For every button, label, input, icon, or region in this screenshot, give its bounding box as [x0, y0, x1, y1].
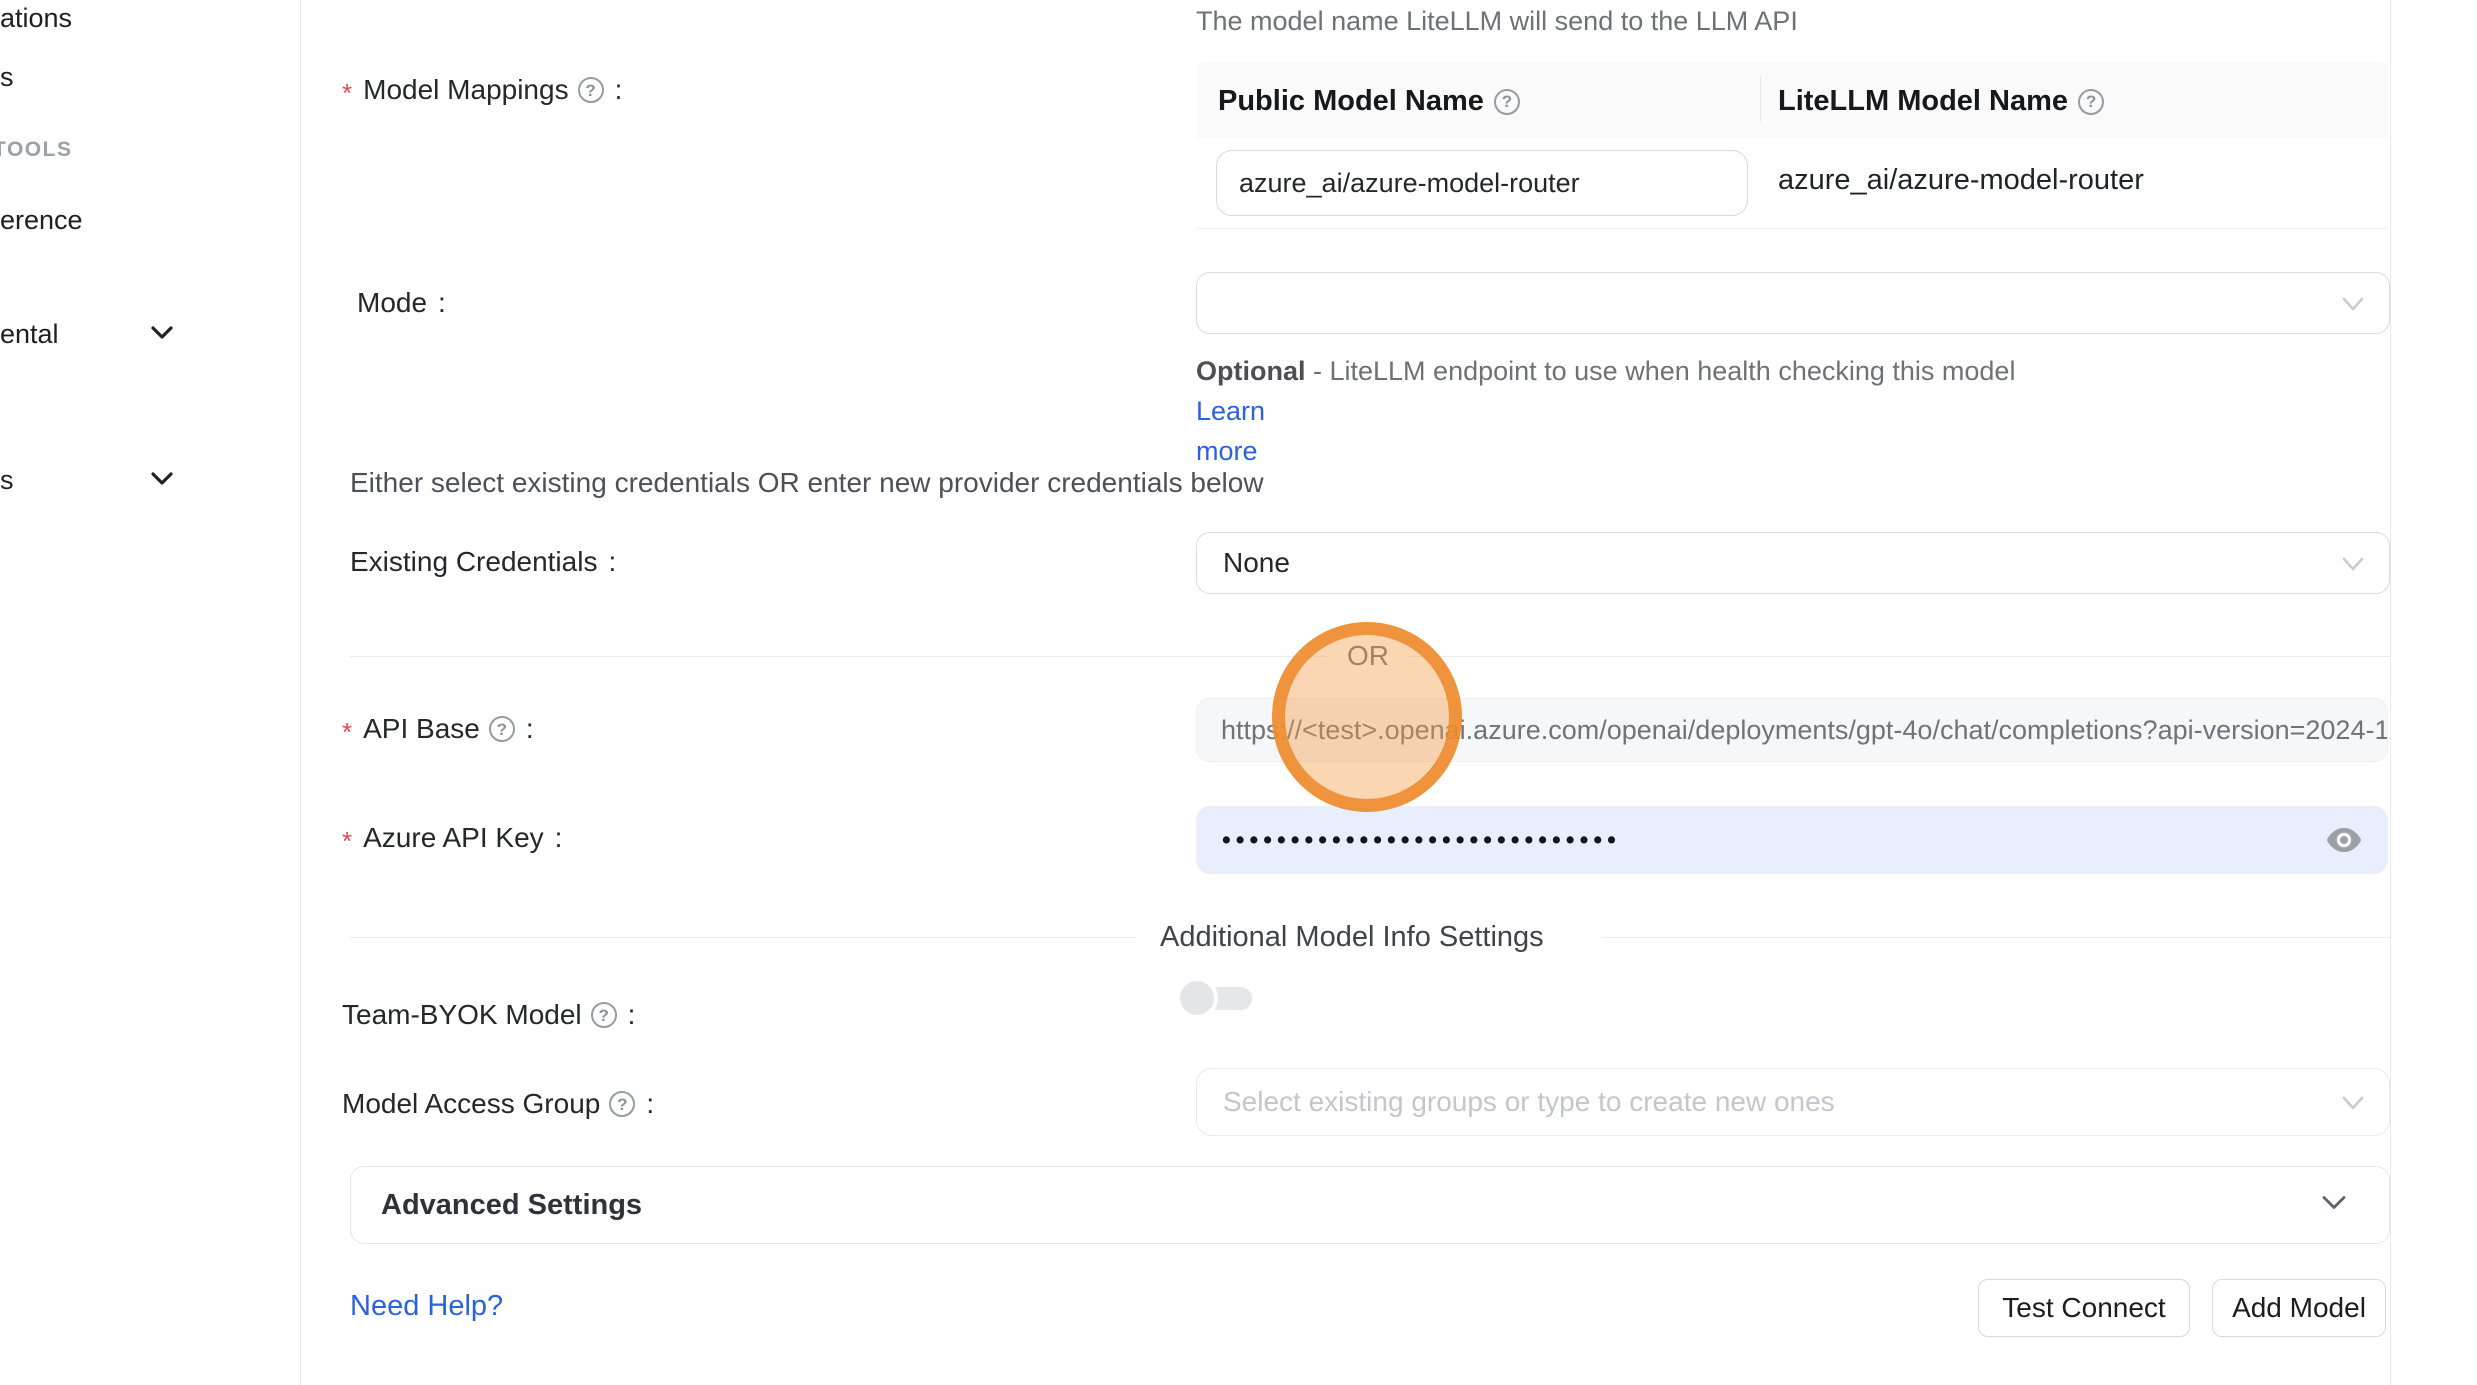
- required-marker: *: [342, 717, 352, 748]
- existing-credentials-label: Existing Credentials :: [350, 546, 616, 578]
- label-colon: :: [615, 74, 623, 106]
- model-access-group-label: Model Access Group ? :: [342, 1088, 654, 1120]
- required-marker: *: [342, 826, 352, 857]
- additional-divider-text: Additional Model Info Settings: [1160, 921, 1544, 954]
- column-header-text: LiteLLM Model Name: [1778, 85, 2068, 118]
- help-circle-icon[interactable]: ?: [591, 1002, 617, 1028]
- mode-help-rest: - LiteLLM endpoint to use when health ch…: [1306, 356, 2016, 386]
- sidebar-item-truncated-2[interactable]: s: [0, 62, 14, 93]
- eye-icon[interactable]: [2326, 827, 2362, 858]
- existing-credentials-select[interactable]: None: [1196, 532, 2390, 594]
- model-access-group-placeholder: Select existing groups or type to create…: [1223, 1086, 1835, 1118]
- api-base-label-text: API Base: [363, 713, 480, 745]
- table-row-divider: [1196, 228, 2388, 229]
- mode-help-bold: Optional: [1196, 356, 1306, 386]
- add-model-button[interactable]: Add Model: [2212, 1279, 2386, 1337]
- additional-divider-line-right: [1602, 937, 2390, 938]
- or-divider-text: OR: [1347, 640, 1389, 672]
- team-byok-toggle-knob[interactable]: [1180, 981, 1214, 1015]
- team-byok-label: Team-BYOK Model ? :: [342, 999, 635, 1031]
- existing-credentials-label-text: Existing Credentials: [350, 546, 597, 578]
- advanced-settings-panel[interactable]: Advanced Settings: [350, 1166, 2390, 1244]
- or-divider-line-left: [350, 656, 1330, 657]
- credentials-note: Either select existing credentials OR en…: [350, 467, 1264, 499]
- model-access-group-label-text: Model Access Group: [342, 1088, 600, 1120]
- additional-divider-line-left: [350, 937, 1136, 938]
- help-circle-icon[interactable]: ?: [2078, 89, 2104, 115]
- azure-api-key-label: * Azure API Key :: [342, 822, 562, 854]
- existing-credentials-value: None: [1223, 547, 1290, 579]
- label-colon: :: [526, 713, 534, 745]
- api-base-label: * API Base ? :: [342, 713, 534, 745]
- api-base-input[interactable]: https://<test>.openai.azure.com/openai/d…: [1196, 698, 2388, 762]
- model-access-group-select[interactable]: Select existing groups or type to create…: [1196, 1068, 2390, 1136]
- sidebar-item-truncated-3[interactable]: erence: [0, 205, 83, 236]
- litellm-model-name-value: azure_ai/azure-model-router: [1778, 164, 2144, 197]
- public-model-name-input-wrap: [1216, 150, 1748, 216]
- chevron-down-icon: [2341, 547, 2365, 579]
- team-byok-label-text: Team-BYOK Model: [342, 999, 582, 1031]
- sidebar-divider: [300, 0, 301, 1385]
- label-colon: :: [628, 999, 636, 1031]
- chevron-down-icon[interactable]: [150, 325, 174, 346]
- mode-help-text: Optional - LiteLLM endpoint to use when …: [1196, 351, 2076, 471]
- azure-api-key-label-text: Azure API Key: [363, 822, 544, 854]
- model-mappings-label-text: Model Mappings: [363, 74, 568, 106]
- content-right-divider: [2390, 0, 2391, 1385]
- help-circle-icon[interactable]: ?: [1494, 89, 1520, 115]
- chevron-down-icon: [2341, 287, 2365, 319]
- label-colon: :: [438, 287, 446, 319]
- learn-more-link[interactable]: Learn: [1196, 396, 1265, 426]
- test-connect-button[interactable]: Test Connect: [1978, 1279, 2190, 1337]
- mode-label: Mode :: [357, 287, 446, 319]
- help-circle-icon[interactable]: ?: [578, 77, 604, 103]
- sidebar-section-tools: TOOLS: [0, 138, 72, 162]
- help-circle-icon[interactable]: ?: [489, 716, 515, 742]
- column-header-public-model-name: Public Model Name ?: [1218, 85, 1520, 118]
- mode-select[interactable]: [1196, 272, 2390, 334]
- model-name-help-text: The model name LiteLLM will send to the …: [1196, 6, 1798, 37]
- required-marker: *: [342, 78, 352, 109]
- label-colon: :: [646, 1088, 654, 1120]
- or-divider-line-right: [1408, 656, 2390, 657]
- sidebar-item-truncated-1[interactable]: ations: [0, 3, 72, 34]
- column-header-text: Public Model Name: [1218, 85, 1484, 118]
- masked-password-dots: •••••••••••••••••••••••••••••: [1222, 806, 1621, 874]
- table-column-divider: [1760, 76, 1761, 122]
- label-colon: :: [555, 822, 563, 854]
- column-header-litellm-model-name: LiteLLM Model Name ?: [1778, 85, 2104, 118]
- chevron-down-icon: [2321, 1195, 2347, 1216]
- sidebar-item-truncated-4[interactable]: ental: [0, 319, 59, 350]
- learn-more-link[interactable]: more: [1196, 436, 1258, 466]
- help-circle-icon[interactable]: ?: [609, 1091, 635, 1117]
- chevron-down-icon: [2341, 1086, 2365, 1118]
- add-model-form-page: ations s TOOLS erence ental s The model …: [0, 0, 2477, 1385]
- sidebar-item-truncated-5[interactable]: s: [0, 465, 14, 496]
- chevron-down-icon[interactable]: [150, 471, 174, 492]
- mode-label-text: Mode: [357, 287, 427, 319]
- azure-api-key-input[interactable]: •••••••••••••••••••••••••••••: [1196, 806, 2388, 874]
- public-model-name-input[interactable]: [1216, 150, 1748, 216]
- label-colon: :: [608, 546, 616, 578]
- model-mappings-label: * Model Mappings ? :: [342, 74, 622, 106]
- need-help-link[interactable]: Need Help?: [350, 1290, 503, 1323]
- advanced-settings-title: Advanced Settings: [381, 1189, 642, 1222]
